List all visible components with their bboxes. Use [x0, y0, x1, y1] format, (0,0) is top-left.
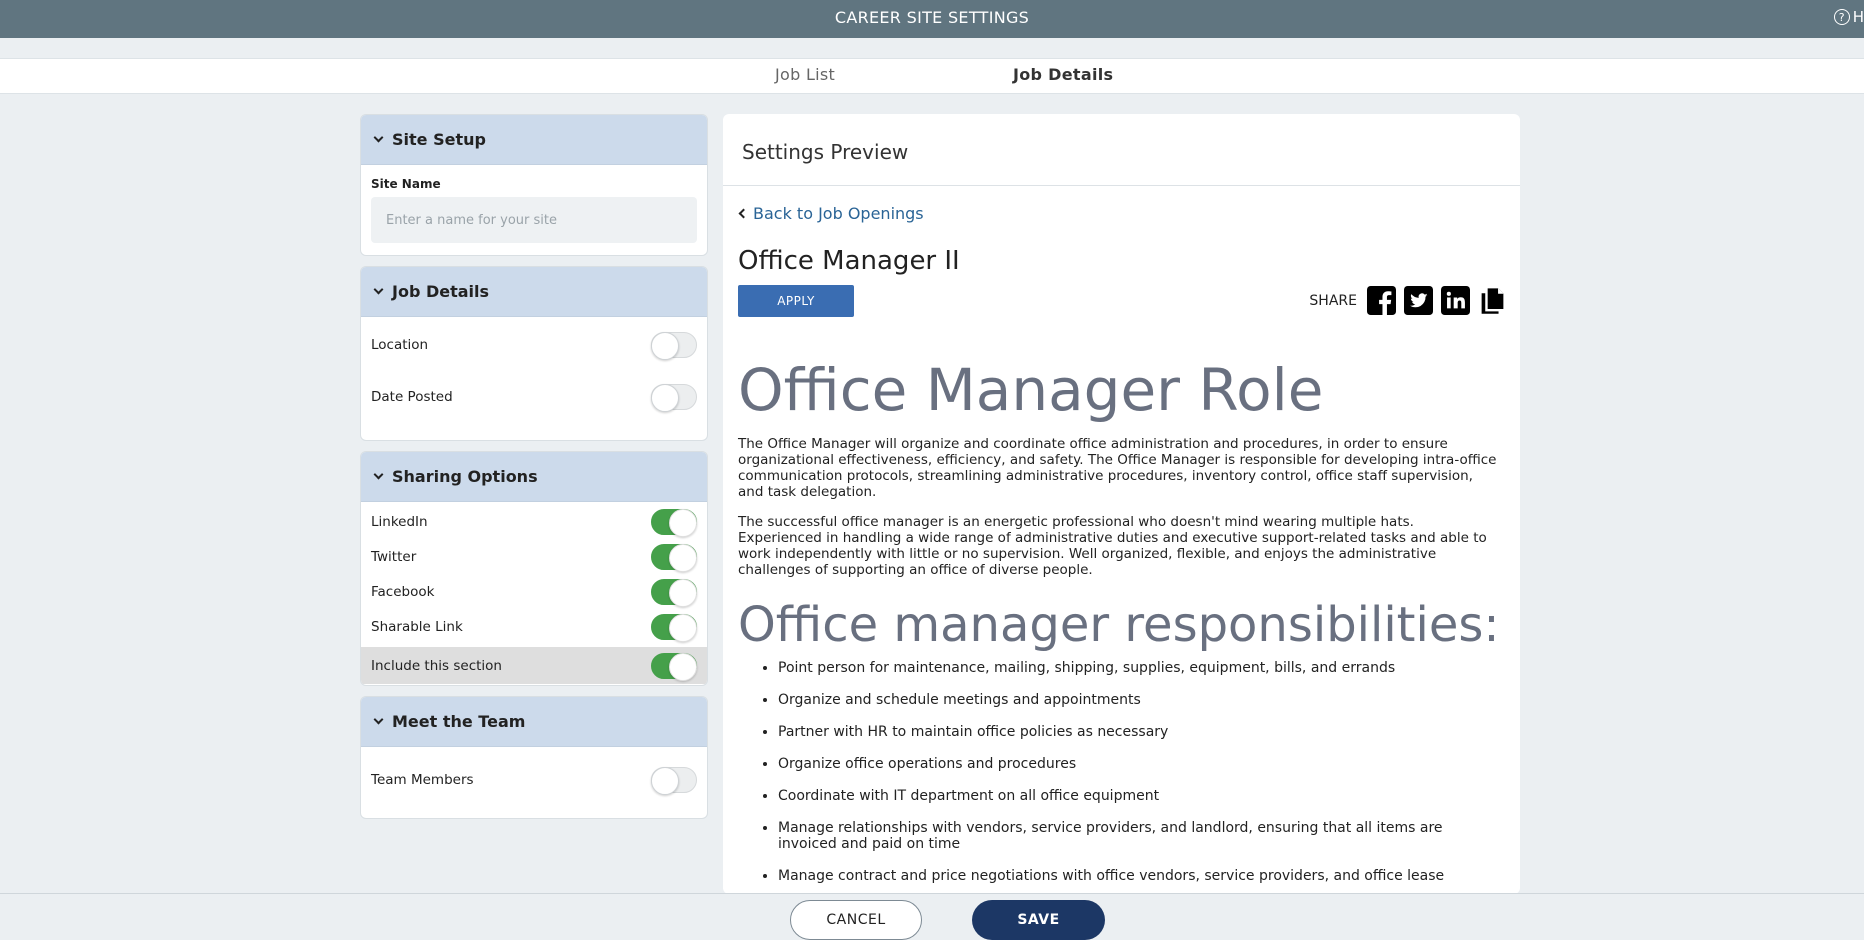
sharing-options-title: Sharing Options	[392, 467, 538, 486]
cancel-button[interactable]: CANCEL	[790, 900, 922, 940]
chevron-down-icon	[373, 132, 384, 143]
meet-the-team-panel: Meet the Team Team Members	[360, 696, 708, 819]
copy-link-icon[interactable]	[1478, 286, 1507, 315]
chevron-down-icon	[373, 469, 384, 480]
sharing-options-panel: Sharing Options LinkedIn Twitter Faceboo…	[360, 451, 708, 686]
site-setup-panel: Site Setup Site Name	[360, 114, 708, 256]
site-name-input[interactable]	[371, 197, 697, 243]
question-circle-icon: ?	[1833, 9, 1850, 25]
job-details-panel: Job Details Location Date Posted	[360, 266, 708, 441]
footer-bar: CANCEL SAVE	[0, 893, 1864, 940]
team-members-row: Team Members	[361, 747, 707, 813]
date-posted-label: Date Posted	[371, 389, 453, 405]
include-section-row: Include this section	[361, 647, 707, 684]
page-title: CAREER SITE SETTINGS	[834, 8, 1030, 27]
twitter-label: Twitter	[371, 548, 417, 565]
list-item: Organize office operations and procedure…	[778, 756, 1501, 772]
share-label: SHARE	[1309, 292, 1357, 309]
settings-preview-panel: Settings Preview Back to Job Openings Of…	[723, 114, 1520, 894]
role-heading: Office Manager Role	[738, 356, 1324, 424]
apply-button[interactable]: APPLY	[738, 285, 854, 317]
include-section-label: Include this section	[371, 657, 502, 674]
twitter-toggle[interactable]	[651, 543, 697, 572]
settings-preview-title: Settings Preview	[723, 114, 1520, 186]
linkedin-label: LinkedIn	[371, 513, 428, 530]
team-members-toggle[interactable]	[651, 767, 697, 795]
sharable-link-toggle[interactable]	[651, 613, 697, 642]
description-paragraph-2: The successful office manager is an ener…	[738, 514, 1487, 578]
linkedin-icon[interactable]	[1441, 286, 1470, 315]
facebook-label: Facebook	[371, 583, 435, 600]
list-item: Manage contract and price negotiations w…	[778, 868, 1501, 884]
meet-the-team-title: Meet the Team	[392, 712, 526, 731]
share-bar: SHARE	[1309, 286, 1507, 315]
chevron-down-icon	[373, 714, 384, 725]
description-paragraph-1: The Office Manager will organize and coo…	[738, 436, 1497, 500]
tab-bar: Job List Job Details	[0, 58, 1864, 94]
list-item: Coordinate with IT department on all off…	[778, 788, 1501, 804]
back-to-job-openings-link[interactable]: Back to Job Openings	[738, 204, 924, 223]
job-title: Office Manager II	[738, 246, 960, 276]
linkedin-row: LinkedIn	[361, 504, 707, 539]
top-bar: CAREER SITE SETTINGS ? H	[0, 0, 1864, 38]
save-button[interactable]: SAVE	[972, 900, 1105, 940]
include-section-toggle[interactable]	[651, 652, 697, 681]
list-item: Point person for maintenance, mailing, s…	[778, 660, 1501, 676]
job-description: Office Manager Role The Office Manager w…	[738, 354, 1501, 894]
job-details-header[interactable]: Job Details	[361, 267, 707, 317]
list-item: Partner with HR to maintain office polic…	[778, 724, 1501, 740]
help-label: H	[1852, 8, 1864, 26]
chevron-down-icon	[373, 284, 384, 295]
list-item: Manage relationships with vendors, servi…	[778, 820, 1501, 852]
facebook-icon[interactable]	[1367, 286, 1396, 315]
tab-job-list[interactable]: Job List	[775, 65, 835, 84]
tab-job-details[interactable]: Job Details	[1013, 65, 1113, 84]
location-row: Location	[361, 319, 707, 371]
date-posted-toggle[interactable]	[651, 384, 697, 412]
linkedin-toggle[interactable]	[651, 508, 697, 537]
list-item: Organize and schedule meetings and appoi…	[778, 692, 1501, 708]
sharing-options-header[interactable]: Sharing Options	[361, 452, 707, 502]
site-setup-title: Site Setup	[392, 130, 486, 149]
location-toggle[interactable]	[651, 332, 697, 360]
facebook-row: Facebook	[361, 574, 707, 609]
sharable-link-label: Sharable Link	[371, 618, 463, 635]
team-members-label: Team Members	[371, 772, 474, 788]
facebook-toggle[interactable]	[651, 578, 697, 607]
responsibilities-heading: Office manager responsibilities:	[738, 597, 1500, 653]
back-link-label: Back to Job Openings	[753, 204, 924, 223]
date-posted-row: Date Posted	[361, 371, 707, 423]
responsibilities-list: Point person for maintenance, mailing, s…	[738, 660, 1501, 884]
chevron-left-icon	[738, 208, 749, 219]
twitter-row: Twitter	[361, 539, 707, 574]
sharable-link-row: Sharable Link	[361, 609, 707, 644]
site-name-label: Site Name	[371, 177, 441, 191]
location-label: Location	[371, 337, 429, 353]
twitter-icon[interactable]	[1404, 286, 1433, 315]
job-details-title: Job Details	[392, 282, 490, 301]
meet-the-team-header[interactable]: Meet the Team	[361, 697, 707, 747]
site-setup-header[interactable]: Site Setup	[361, 115, 707, 165]
help-button[interactable]: ? H	[1833, 8, 1864, 26]
